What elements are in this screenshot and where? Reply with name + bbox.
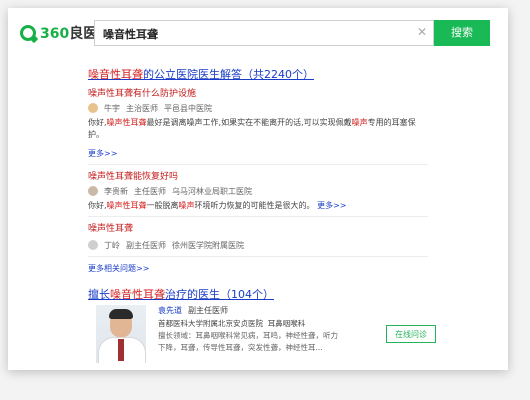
logo[interactable]: 360良医 <box>20 22 97 44</box>
doctor-row: 李贵新 主任医师 乌马河林业局职工医院 <box>88 184 428 198</box>
doctor-avatar-icon <box>88 186 98 196</box>
doctor-hospital: 首都医科大学附属北京安贞医院 耳鼻咽喉科 <box>158 319 306 328</box>
search-input[interactable] <box>101 21 405 47</box>
doctor-row: 牛宇 主治医师 平邑县中医院 <box>88 101 428 115</box>
doctor-row: 丁岭 副主任医师 徐州医学院附属医院 <box>88 238 428 252</box>
question-link[interactable]: 噪声性耳聋有什么防护设施 <box>88 86 428 99</box>
doctor-photo[interactable] <box>96 305 146 363</box>
more-questions-link[interactable]: 更多相关问题>> <box>88 263 428 274</box>
doctor-hair <box>109 309 133 319</box>
doctor-name-line: 袁先道 副主任医师 <box>158 306 228 315</box>
doctor-name-link[interactable]: 袁先道 <box>158 306 182 315</box>
logo-icon <box>20 25 36 41</box>
search-box: ✕ <box>94 20 434 47</box>
question-link[interactable]: 噪声性耳聋 <box>88 221 428 234</box>
answer-more-link[interactable]: 更多>> <box>88 149 117 158</box>
doctors-section-title[interactable]: 擅长噪音性耳聋治疗的医生（104个） <box>88 286 428 302</box>
search-button[interactable]: 搜索 <box>434 20 490 46</box>
answer-more-link[interactable]: 更多>> <box>317 201 346 210</box>
answer-text: 你好,噪声性耳聋最好是调离噪声工作,如果实在不能离开的话,可以实现佩戴噪声专用的… <box>88 118 416 139</box>
doctor-avatar-icon <box>88 103 98 113</box>
search-header: 360良医 ✕ 搜索 <box>8 8 508 58</box>
results-panel: 360良医 ✕ 搜索 噪音性耳聋的公立医院医生解答（共2240个） 噪声性耳聋有… <box>8 8 508 370</box>
divider <box>88 216 428 217</box>
clear-icon[interactable]: ✕ <box>417 25 427 39</box>
question-link[interactable]: 噪声性耳聋能恢复好吗 <box>88 169 428 182</box>
qa-section: 噪音性耳聋的公立医院医生解答（共2240个） 噪声性耳聋有什么防护设施 牛宇 主… <box>88 66 428 274</box>
doctor-avatar-icon <box>88 240 98 250</box>
consult-online-button[interactable]: 在线问诊 <box>386 325 436 343</box>
doctor-description: 擅长领域：耳鼻咽喉科常见病，耳鸣，神经性聋，听力 下降，耳聋，传导性耳聋，突发性… <box>158 331 338 352</box>
divider <box>88 164 428 165</box>
qa-section-title[interactable]: 噪音性耳聋的公立医院医生解答（共2240个） <box>88 66 428 82</box>
doctor-info: 袁先道 副主任医师 首都医科大学附属北京安贞医院 耳鼻咽喉科 擅长领域：耳鼻咽喉科… <box>158 305 378 354</box>
answer-text: 你好,噪声性耳聋一般脱离噪声环境听力恢复的可能性是很大的。 更多>> <box>88 201 347 210</box>
divider <box>88 256 428 257</box>
logo-text: 360良医 <box>40 26 98 42</box>
doctor-tie <box>118 339 124 361</box>
